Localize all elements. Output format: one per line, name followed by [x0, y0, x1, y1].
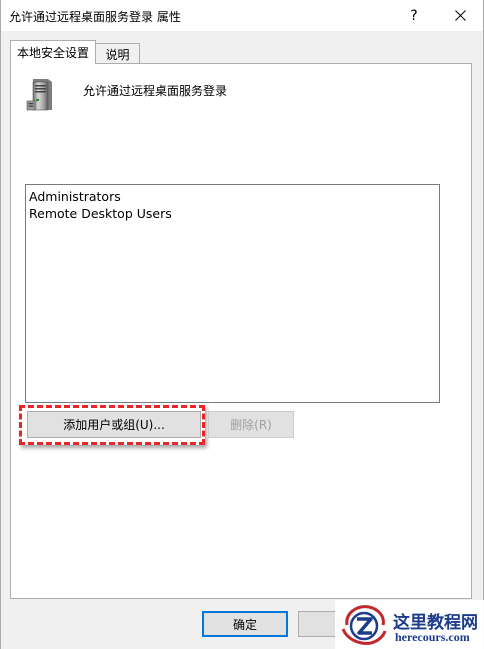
- close-icon: [454, 10, 466, 21]
- tab-label: 本地安全设置: [16, 46, 89, 60]
- list-item[interactable]: Administrators: [29, 189, 121, 204]
- tab-explain[interactable]: 说明: [96, 43, 140, 64]
- button-label: 添加用户或组(U)...: [63, 418, 165, 432]
- remove-button[interactable]: 删除(R): [208, 411, 294, 438]
- tab-local-security-setting[interactable]: 本地安全设置: [10, 40, 96, 64]
- properties-dialog: 允许通过远程桌面服务登录 属性 ? 本地安全设置 说明 允许通过远程桌面服务登录…: [0, 0, 484, 649]
- close-button[interactable]: [437, 0, 483, 31]
- watermark-url: herecours.com: [395, 630, 470, 644]
- list-item[interactable]: Remote Desktop Users: [29, 206, 172, 221]
- window-title: 允许通过远程桌面服务登录 属性: [9, 10, 181, 24]
- button-label: 删除(R): [230, 418, 272, 432]
- policy-name: 允许通过远程桌面服务登录: [83, 84, 228, 98]
- watermark-logo-icon: [341, 605, 387, 645]
- add-user-or-group-button[interactable]: 添加用户或组(U)...: [27, 411, 201, 438]
- title-bar: 允许通过远程桌面服务登录 属性 ?: [1, 0, 483, 31]
- ok-button[interactable]: 确定: [202, 611, 288, 637]
- help-icon: ?: [410, 7, 418, 24]
- help-button[interactable]: ?: [391, 0, 437, 31]
- button-label: 确定: [232, 617, 257, 632]
- server-icon: [26, 79, 52, 111]
- members-listbox[interactable]: Administrators Remote Desktop Users: [25, 184, 440, 403]
- watermark: 这里教程网 herecours.com: [335, 600, 484, 649]
- tab-label: 说明: [105, 47, 130, 62]
